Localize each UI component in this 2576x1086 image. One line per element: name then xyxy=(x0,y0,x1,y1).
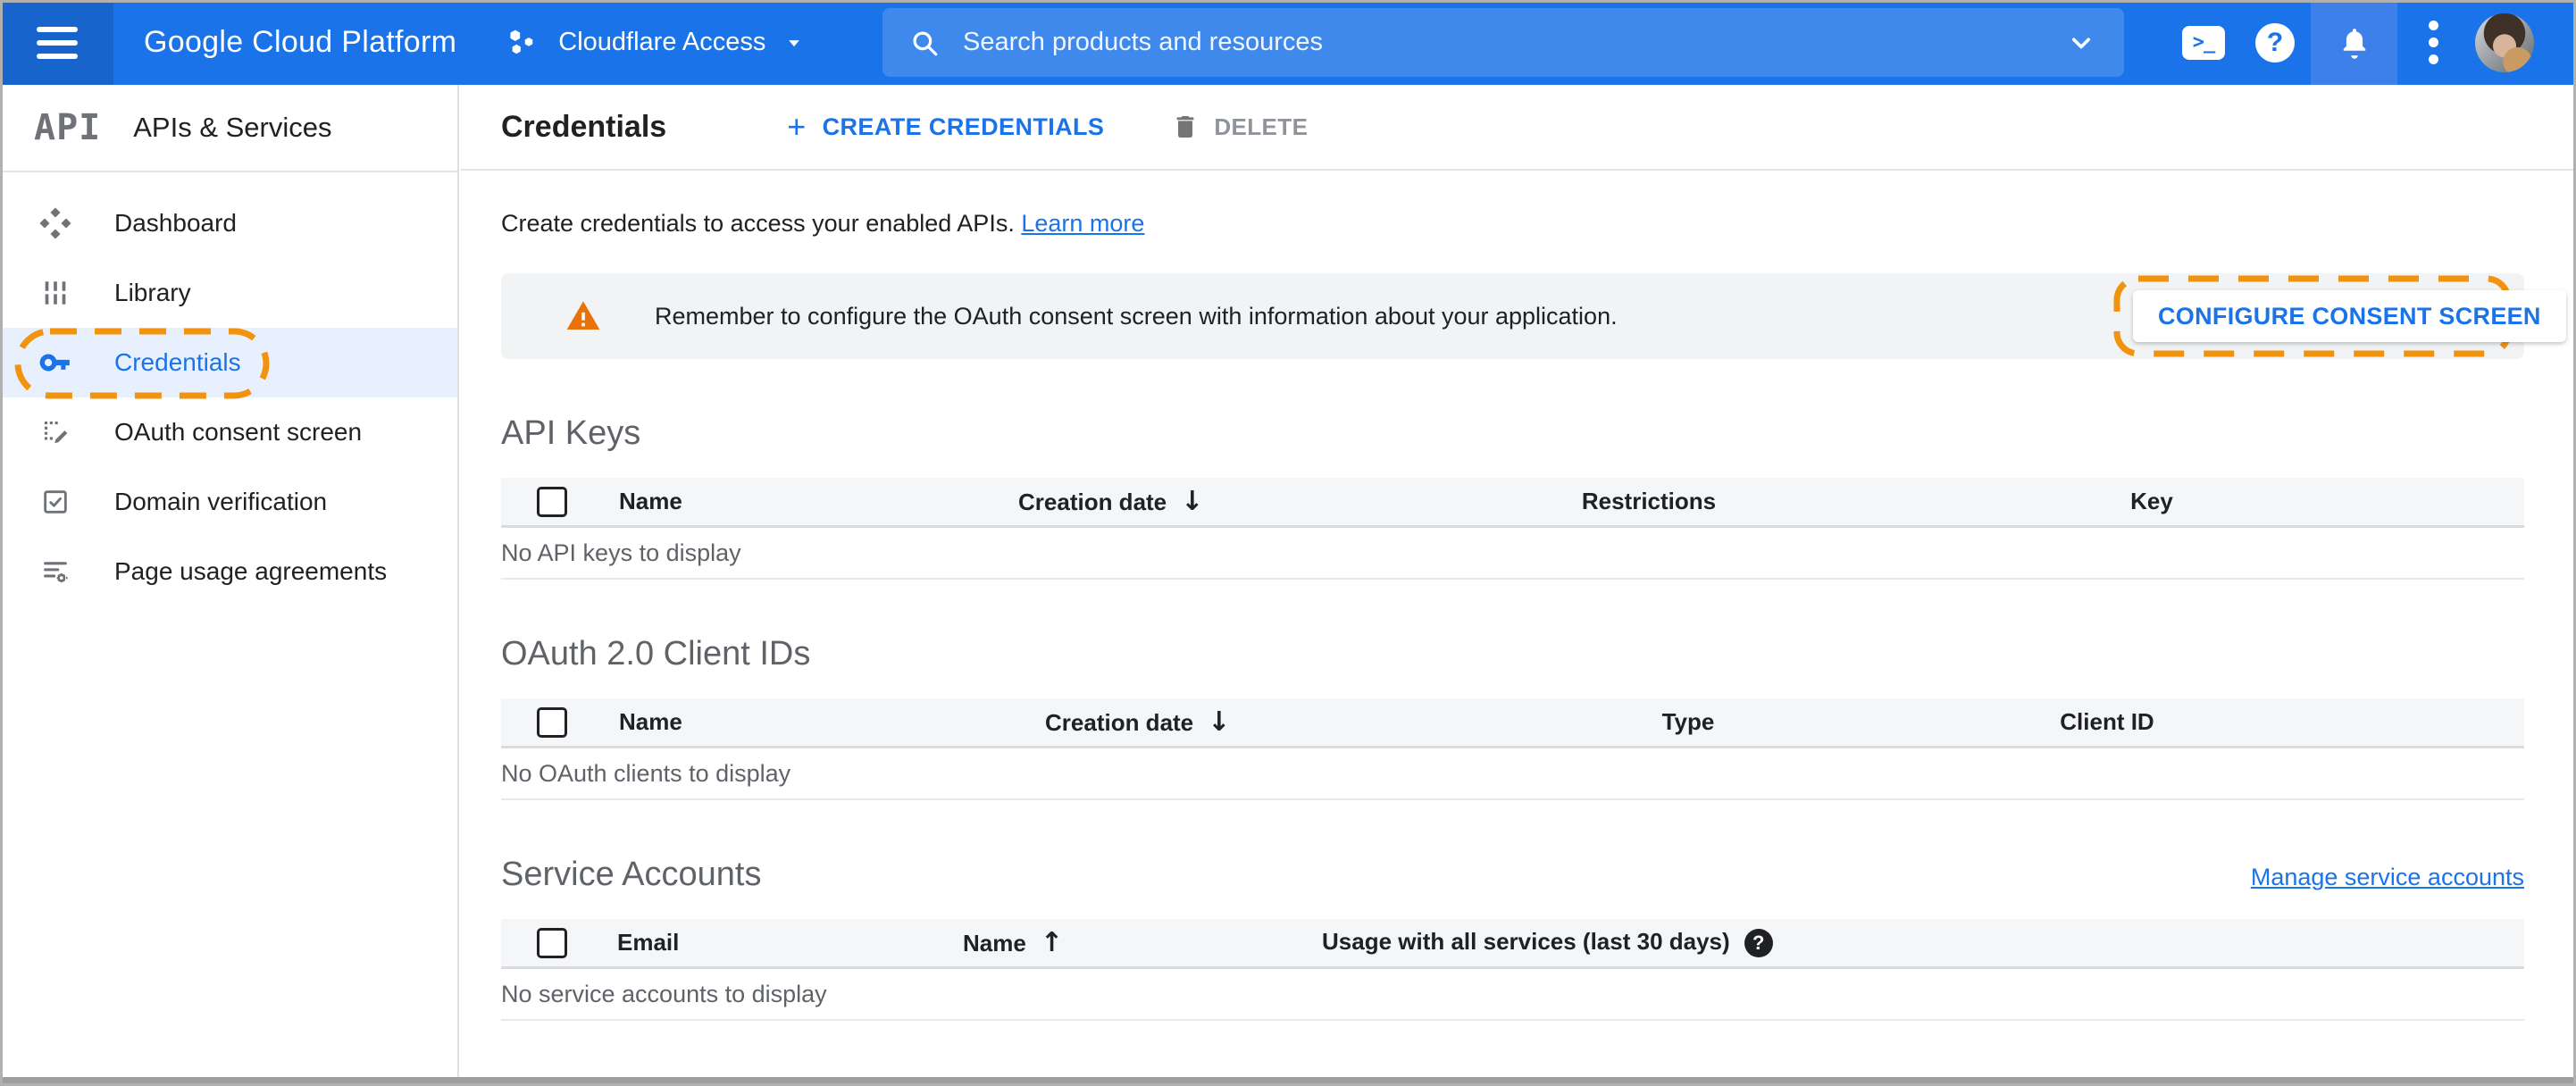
column-restrictions: Restrictions xyxy=(1581,488,1717,514)
list-gear-icon xyxy=(38,555,72,589)
learn-more-link[interactable]: Learn more xyxy=(1021,210,1144,237)
api-keys-empty-row: No API keys to display xyxy=(501,528,2524,580)
column-name[interactable]: Name ↑ xyxy=(927,927,1286,958)
service-accounts-title: Service Accounts xyxy=(501,856,762,893)
sidebar-title: APIs & Services xyxy=(133,112,332,143)
api-logo: API xyxy=(34,107,102,148)
oauth-empty-row: No OAuth clients to display xyxy=(501,748,2524,800)
window-bottom-edge xyxy=(0,1077,2576,1086)
banner-message: Remember to configure the OAuth consent … xyxy=(655,302,1618,330)
select-all-checkbox[interactable] xyxy=(537,927,567,958)
account-button[interactable] xyxy=(2469,0,2540,85)
dashboard-icon xyxy=(38,206,72,240)
sidebar-item-domain-verification[interactable]: Domain verification xyxy=(0,467,457,537)
column-key: Key xyxy=(2130,488,2173,514)
avatar xyxy=(2475,13,2534,72)
sort-desc-icon: ↓ xyxy=(1181,486,1204,517)
column-name: Name xyxy=(619,708,682,735)
sidebar-item-page-usage-agreements[interactable]: Page usage agreements xyxy=(0,537,457,606)
key-icon xyxy=(38,346,72,380)
menu-button[interactable] xyxy=(0,0,113,85)
more-options-button[interactable] xyxy=(2397,0,2469,85)
chevron-down-icon[interactable] xyxy=(2065,27,2097,59)
select-all-checkbox[interactable] xyxy=(537,706,567,738)
sidebar-nav: Dashboard Library Credentials OAuth cons… xyxy=(0,172,457,606)
terminal-icon: >_ xyxy=(2182,25,2225,60)
manage-service-accounts-link[interactable]: Manage service accounts xyxy=(2251,864,2524,891)
kebab-icon xyxy=(2428,21,2438,64)
section-api-keys: API Keys Name Creation date ↓ Restriction… xyxy=(501,414,2524,580)
sidebar-item-library[interactable]: Library xyxy=(0,258,457,328)
caret-down-icon xyxy=(789,39,800,46)
column-creation-date[interactable]: Creation date ↓ xyxy=(1009,706,1456,738)
search-icon xyxy=(913,30,938,55)
column-name: Name xyxy=(619,488,682,514)
column-type: Type xyxy=(1661,708,1715,735)
brand-logo[interactable]: Google Cloud Platform xyxy=(144,25,456,60)
topbar-actions: >_ ? xyxy=(2168,0,2540,85)
project-selector[interactable]: Cloudflare Access xyxy=(506,24,807,62)
create-credentials-button[interactable]: + CREATE CREDENTIALS xyxy=(787,111,1104,143)
consent-screen-icon xyxy=(38,415,72,449)
service-accounts-empty-row: No service accounts to display xyxy=(501,969,2524,1021)
search-placeholder: Search products and resources xyxy=(963,28,1323,56)
help-circle-icon[interactable]: ? xyxy=(1744,929,1773,958)
oauth-clients-title: OAuth 2.0 Client IDs xyxy=(501,635,811,672)
main-content: Credentials + CREATE CREDENTIALS DELETE … xyxy=(461,85,2576,1077)
plus-icon: + xyxy=(787,108,807,145)
sidebar-item-oauth-consent-screen[interactable]: OAuth consent screen xyxy=(0,397,457,467)
project-hexagons-icon xyxy=(510,29,533,54)
library-icon xyxy=(38,276,72,310)
intro-text: Create credentials to access your enable… xyxy=(501,210,1145,237)
configure-consent-annotation: CONFIGURE CONSENT SCREEN xyxy=(2113,275,2566,357)
api-keys-title: API Keys xyxy=(501,414,641,452)
column-email: Email xyxy=(617,929,680,956)
search-input[interactable]: Search products and resources xyxy=(882,8,2124,77)
section-oauth-clients: OAuth 2.0 Client IDs Name Creation date ↓… xyxy=(501,635,2524,800)
service-accounts-table-header: Email Name ↑ Usage with all services (las… xyxy=(501,919,2524,969)
gcp-console-window: Google Cloud Platform Cloudflare Access … xyxy=(0,0,2576,1086)
content-area: Create credentials to access your enable… xyxy=(461,210,2576,1021)
sidebar-header: API APIs & Services xyxy=(0,85,457,172)
sort-desc-icon: ↓ xyxy=(1208,706,1231,738)
sidebar-item-credentials[interactable]: Credentials xyxy=(0,328,457,399)
topbar: Google Cloud Platform Cloudflare Access … xyxy=(0,0,2576,85)
warning-banner: Remember to configure the OAuth consent … xyxy=(501,273,2566,359)
notifications-button[interactable] xyxy=(2311,0,2397,85)
column-creation-date[interactable]: Creation date ↓ xyxy=(983,486,1429,517)
delete-button[interactable]: DELETE xyxy=(1171,113,1308,141)
hamburger-icon xyxy=(36,26,78,59)
api-keys-table-header: Name Creation date ↓ Restrictions Key xyxy=(501,478,2524,528)
oauth-table-header: Name Creation date ↓ Type Client ID xyxy=(501,698,2524,748)
sort-asc-icon: ↑ xyxy=(1040,927,1063,958)
select-all-checkbox[interactable] xyxy=(537,486,567,517)
trash-icon xyxy=(1177,116,1194,138)
page-title: Credentials xyxy=(501,109,667,144)
sidebar-item-dashboard[interactable]: Dashboard xyxy=(0,188,457,258)
section-service-accounts: Service Accounts Manage service accounts… xyxy=(501,856,2524,1021)
cloud-shell-button[interactable]: >_ xyxy=(2168,0,2239,85)
column-client-id: Client ID xyxy=(2060,708,2154,735)
help-button[interactable]: ? xyxy=(2239,0,2311,85)
configure-consent-screen-button[interactable]: CONFIGURE CONSENT SCREEN xyxy=(2133,290,2566,342)
warning-icon xyxy=(566,301,600,330)
bell-icon xyxy=(2343,28,2365,59)
help-icon: ? xyxy=(2255,22,2295,63)
project-name: Cloudflare Access xyxy=(558,28,766,56)
page-toolbar: Credentials + CREATE CREDENTIALS DELETE xyxy=(461,85,2576,171)
checkbox-check-icon xyxy=(38,485,72,519)
column-usage: Usage with all services (last 30 days)? xyxy=(1286,928,2524,958)
sidebar: API APIs & Services Dashboard Library Cr… xyxy=(0,85,459,1077)
